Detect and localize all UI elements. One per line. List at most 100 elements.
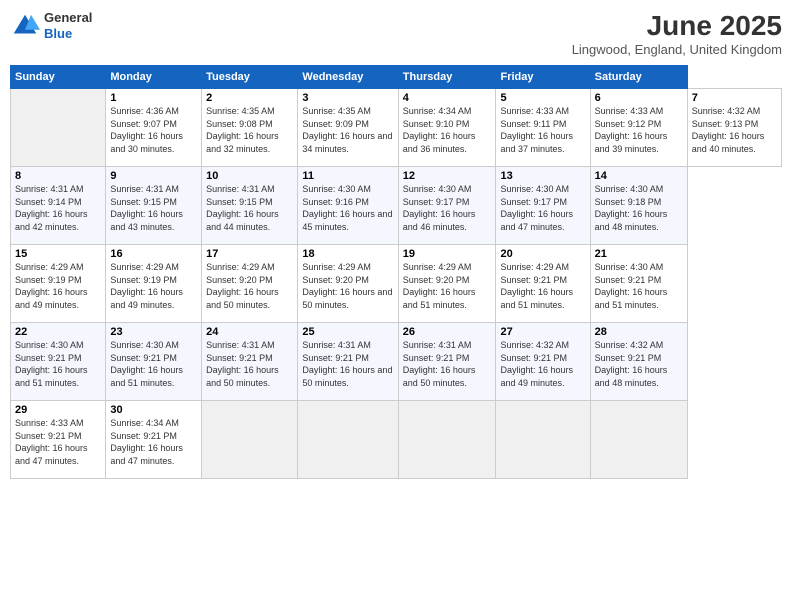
day-info: Sunrise: 4:31 AM Sunset: 9:14 PM Dayligh… [15,183,101,233]
day-number: 22 [15,326,101,338]
day-info: Sunrise: 4:31 AM Sunset: 9:15 PM Dayligh… [206,183,293,233]
day-info: Sunrise: 4:32 AM Sunset: 9:13 PM Dayligh… [692,105,777,155]
calendar-cell: 22 Sunrise: 4:30 AM Sunset: 9:21 PM Dayl… [11,323,106,401]
day-info: Sunrise: 4:34 AM Sunset: 9:21 PM Dayligh… [110,417,197,467]
day-number: 18 [302,248,393,260]
weekday-header: Thursday [398,66,496,89]
day-number: 3 [302,92,393,104]
day-number: 19 [403,248,492,260]
day-number: 14 [595,170,683,182]
calendar-cell: 8 Sunrise: 4:31 AM Sunset: 9:14 PM Dayli… [11,167,106,245]
weekday-header: Tuesday [202,66,298,89]
calendar-cell: 24 Sunrise: 4:31 AM Sunset: 9:21 PM Dayl… [202,323,298,401]
day-number: 12 [403,170,492,182]
day-number: 6 [595,92,683,104]
title-block: June 2025 Lingwood, England, United King… [572,10,782,57]
calendar-cell [202,401,298,479]
day-info: Sunrise: 4:36 AM Sunset: 9:07 PM Dayligh… [110,105,197,155]
logo-blue: Blue [44,26,92,42]
day-number: 1 [110,92,197,104]
day-info: Sunrise: 4:31 AM Sunset: 9:21 PM Dayligh… [403,339,492,389]
calendar-table: SundayMondayTuesdayWednesdayThursdayFrid… [10,65,782,479]
day-number: 23 [110,326,197,338]
day-info: Sunrise: 4:32 AM Sunset: 9:21 PM Dayligh… [500,339,585,389]
day-info: Sunrise: 4:31 AM Sunset: 9:21 PM Dayligh… [302,339,393,389]
calendar-cell: 19 Sunrise: 4:29 AM Sunset: 9:20 PM Dayl… [398,245,496,323]
day-info: Sunrise: 4:30 AM Sunset: 9:21 PM Dayligh… [110,339,197,389]
day-info: Sunrise: 4:33 AM Sunset: 9:11 PM Dayligh… [500,105,585,155]
day-number: 28 [595,326,683,338]
calendar-cell: 4 Sunrise: 4:34 AM Sunset: 9:10 PM Dayli… [398,89,496,167]
month-title: June 2025 [572,10,782,42]
calendar-cell: 21 Sunrise: 4:30 AM Sunset: 9:21 PM Dayl… [590,245,687,323]
day-number: 20 [500,248,585,260]
day-info: Sunrise: 4:31 AM Sunset: 9:21 PM Dayligh… [206,339,293,389]
day-number: 25 [302,326,393,338]
day-number: 21 [595,248,683,260]
logo-text: General Blue [44,10,92,41]
calendar-cell: 1 Sunrise: 4:36 AM Sunset: 9:07 PM Dayli… [106,89,202,167]
day-number: 30 [110,404,197,416]
calendar-week-row: 15 Sunrise: 4:29 AM Sunset: 9:19 PM Dayl… [11,245,782,323]
day-number: 7 [692,92,777,104]
day-number: 17 [206,248,293,260]
calendar-cell: 27 Sunrise: 4:32 AM Sunset: 9:21 PM Dayl… [496,323,590,401]
day-number: 26 [403,326,492,338]
page-header: General Blue June 2025 Lingwood, England… [10,10,782,57]
calendar-cell: 9 Sunrise: 4:31 AM Sunset: 9:15 PM Dayli… [106,167,202,245]
weekday-header: Sunday [11,66,106,89]
day-number: 29 [15,404,101,416]
calendar-cell [11,89,106,167]
day-number: 8 [15,170,101,182]
day-info: Sunrise: 4:30 AM Sunset: 9:16 PM Dayligh… [302,183,393,233]
calendar-cell: 13 Sunrise: 4:30 AM Sunset: 9:17 PM Dayl… [496,167,590,245]
day-number: 16 [110,248,197,260]
calendar-cell: 11 Sunrise: 4:30 AM Sunset: 9:16 PM Dayl… [298,167,398,245]
day-number: 24 [206,326,293,338]
day-info: Sunrise: 4:35 AM Sunset: 9:08 PM Dayligh… [206,105,293,155]
calendar-cell: 23 Sunrise: 4:30 AM Sunset: 9:21 PM Dayl… [106,323,202,401]
weekday-header: Wednesday [298,66,398,89]
location: Lingwood, England, United Kingdom [572,42,782,57]
calendar-cell: 6 Sunrise: 4:33 AM Sunset: 9:12 PM Dayli… [590,89,687,167]
calendar-cell: 2 Sunrise: 4:35 AM Sunset: 9:08 PM Dayli… [202,89,298,167]
day-info: Sunrise: 4:30 AM Sunset: 9:17 PM Dayligh… [500,183,585,233]
calendar-cell [496,401,590,479]
day-info: Sunrise: 4:30 AM Sunset: 9:17 PM Dayligh… [403,183,492,233]
calendar-cell: 5 Sunrise: 4:33 AM Sunset: 9:11 PM Dayli… [496,89,590,167]
day-info: Sunrise: 4:29 AM Sunset: 9:19 PM Dayligh… [110,261,197,311]
calendar-cell: 14 Sunrise: 4:30 AM Sunset: 9:18 PM Dayl… [590,167,687,245]
day-info: Sunrise: 4:29 AM Sunset: 9:21 PM Dayligh… [500,261,585,311]
calendar-cell: 12 Sunrise: 4:30 AM Sunset: 9:17 PM Dayl… [398,167,496,245]
logo: General Blue [10,10,92,41]
day-info: Sunrise: 4:33 AM Sunset: 9:21 PM Dayligh… [15,417,101,467]
weekday-header: Monday [106,66,202,89]
weekday-header: Saturday [590,66,687,89]
day-info: Sunrise: 4:34 AM Sunset: 9:10 PM Dayligh… [403,105,492,155]
day-number: 2 [206,92,293,104]
day-info: Sunrise: 4:35 AM Sunset: 9:09 PM Dayligh… [302,105,393,155]
day-info: Sunrise: 4:29 AM Sunset: 9:20 PM Dayligh… [302,261,393,311]
calendar-cell: 29 Sunrise: 4:33 AM Sunset: 9:21 PM Dayl… [11,401,106,479]
calendar-cell: 28 Sunrise: 4:32 AM Sunset: 9:21 PM Dayl… [590,323,687,401]
day-info: Sunrise: 4:32 AM Sunset: 9:21 PM Dayligh… [595,339,683,389]
day-number: 27 [500,326,585,338]
calendar-cell [398,401,496,479]
day-number: 9 [110,170,197,182]
day-info: Sunrise: 4:31 AM Sunset: 9:15 PM Dayligh… [110,183,197,233]
day-info: Sunrise: 4:30 AM Sunset: 9:21 PM Dayligh… [15,339,101,389]
calendar-week-row: 8 Sunrise: 4:31 AM Sunset: 9:14 PM Dayli… [11,167,782,245]
calendar-week-row: 22 Sunrise: 4:30 AM Sunset: 9:21 PM Dayl… [11,323,782,401]
calendar-cell: 16 Sunrise: 4:29 AM Sunset: 9:19 PM Dayl… [106,245,202,323]
calendar-week-row: 29 Sunrise: 4:33 AM Sunset: 9:21 PM Dayl… [11,401,782,479]
day-number: 15 [15,248,101,260]
day-number: 5 [500,92,585,104]
weekday-header-row: SundayMondayTuesdayWednesdayThursdayFrid… [11,66,782,89]
day-info: Sunrise: 4:30 AM Sunset: 9:21 PM Dayligh… [595,261,683,311]
day-info: Sunrise: 4:33 AM Sunset: 9:12 PM Dayligh… [595,105,683,155]
day-info: Sunrise: 4:29 AM Sunset: 9:20 PM Dayligh… [206,261,293,311]
logo-icon [10,11,40,41]
calendar-cell: 10 Sunrise: 4:31 AM Sunset: 9:15 PM Dayl… [202,167,298,245]
day-info: Sunrise: 4:30 AM Sunset: 9:18 PM Dayligh… [595,183,683,233]
calendar-cell: 7 Sunrise: 4:32 AM Sunset: 9:13 PM Dayli… [687,89,781,167]
